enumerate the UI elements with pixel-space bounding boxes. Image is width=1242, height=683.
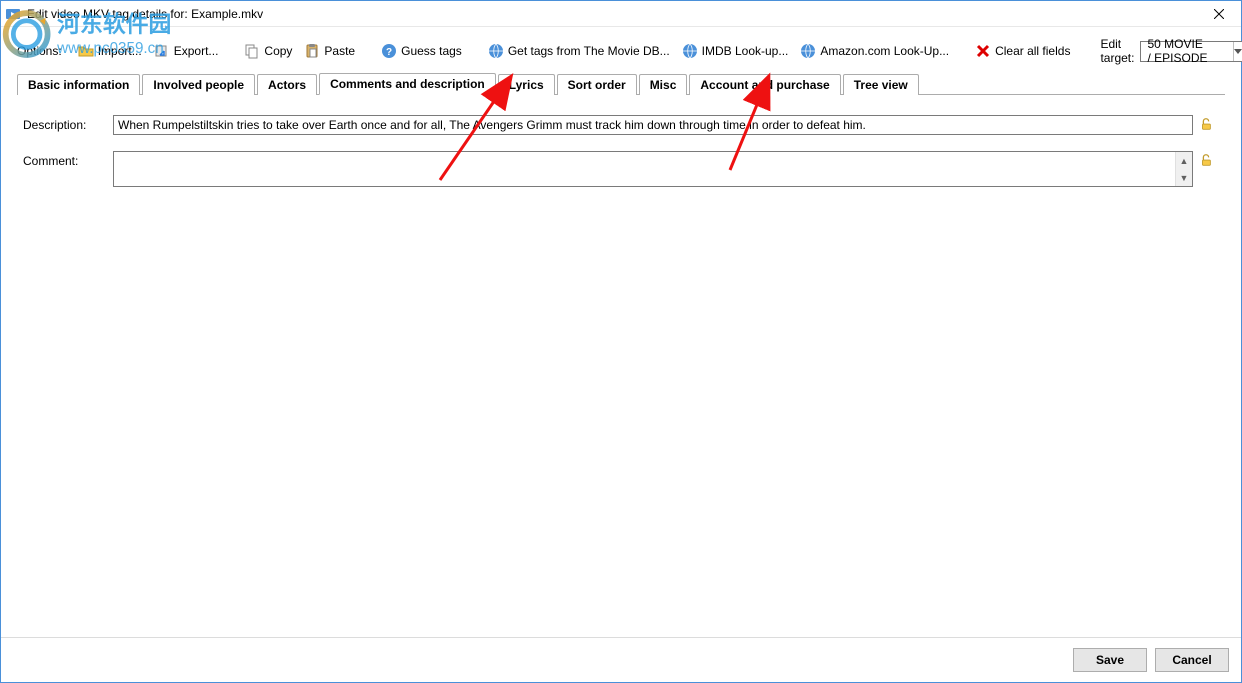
paste-label: Paste [324, 44, 355, 58]
imdb-lookup-label: IMDB Look-up... [702, 44, 789, 58]
edit-target-value: 50 MOVIE / EPISODE [1147, 37, 1233, 65]
paste-icon [304, 43, 320, 59]
scrollbar[interactable]: ▲ ▼ [1175, 152, 1192, 186]
export-label: Export... [174, 44, 219, 58]
tab-basic-information[interactable]: Basic information [17, 74, 140, 95]
clear-all-button[interactable]: Clear all fields [969, 41, 1076, 61]
web-icon [682, 43, 698, 59]
lock-open-icon[interactable] [1199, 153, 1213, 167]
web-icon [800, 43, 816, 59]
close-button[interactable] [1197, 1, 1241, 27]
export-icon [154, 43, 170, 59]
tab-actors[interactable]: Actors [257, 74, 317, 95]
guess-tags-label: Guess tags [401, 44, 462, 58]
description-row: Description: [23, 115, 1219, 135]
tab-account-purchase[interactable]: Account and purchase [689, 74, 840, 95]
tab-lyrics[interactable]: Lyrics [498, 74, 555, 95]
cancel-button[interactable]: Cancel [1155, 648, 1229, 672]
help-icon: ? [381, 43, 397, 59]
chevron-down-icon [1233, 42, 1242, 61]
tab-content: Description: Comment: ▲ ▼ [1, 95, 1241, 637]
comment-label: Comment: [23, 151, 113, 168]
import-button[interactable]: Import... [72, 41, 148, 61]
amazon-lookup-label: Amazon.com Look-Up... [820, 44, 949, 58]
svg-text:?: ? [386, 47, 392, 58]
titlebar: Edit video MKV tag details for: Example.… [1, 1, 1241, 27]
comment-row: Comment: ▲ ▼ [23, 151, 1219, 627]
tabs-container: Basic information Involved people Actors… [1, 73, 1241, 95]
tab-misc[interactable]: Misc [639, 74, 688, 95]
tab-involved-people[interactable]: Involved people [142, 74, 255, 95]
window-title: Edit video MKV tag details for: Example.… [27, 7, 1197, 21]
options-label: Options: [17, 44, 62, 58]
save-button[interactable]: Save [1073, 648, 1147, 672]
guess-tags-button[interactable]: ? Guess tags [375, 41, 468, 61]
get-tags-tmdb-label: Get tags from The Movie DB... [508, 44, 670, 58]
comment-textarea[interactable] [114, 152, 1175, 186]
export-button[interactable]: Export... [148, 41, 225, 61]
toolbar: Options: Import... Export... Copy Paste [1, 27, 1241, 73]
description-label: Description: [23, 115, 113, 132]
description-input[interactable] [113, 115, 1193, 135]
lock-open-icon[interactable] [1199, 117, 1213, 131]
folder-open-icon [78, 43, 94, 59]
get-tags-tmdb-button[interactable]: Get tags from The Movie DB... [482, 41, 676, 61]
tab-tree-view[interactable]: Tree view [843, 74, 919, 95]
clear-icon [975, 43, 991, 59]
copy-label: Copy [264, 44, 292, 58]
scroll-up-icon[interactable]: ▲ [1176, 152, 1192, 169]
edit-target-select[interactable]: 50 MOVIE / EPISODE [1140, 41, 1242, 62]
tabs: Basic information Involved people Actors… [17, 73, 1225, 95]
scroll-down-icon[interactable]: ▼ [1176, 169, 1192, 186]
import-label: Import... [98, 44, 142, 58]
amazon-lookup-button[interactable]: Amazon.com Look-Up... [794, 41, 955, 61]
paste-button[interactable]: Paste [298, 41, 361, 61]
clear-all-label: Clear all fields [995, 44, 1070, 58]
imdb-lookup-button[interactable]: IMDB Look-up... [676, 41, 795, 61]
footer: Save Cancel [1, 637, 1241, 682]
copy-button[interactable]: Copy [238, 41, 298, 61]
web-icon [488, 43, 504, 59]
copy-icon [244, 43, 260, 59]
tab-sort-order[interactable]: Sort order [557, 74, 637, 95]
edit-target-label: Edit target: [1100, 37, 1134, 65]
tab-comments-description[interactable]: Comments and description [319, 73, 496, 95]
app-icon [5, 6, 21, 22]
